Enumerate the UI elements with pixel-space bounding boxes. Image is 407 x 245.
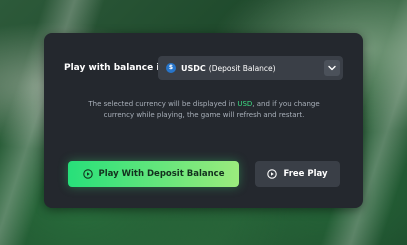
currency-note-highlight: USD <box>237 100 253 108</box>
free-play-label: Free Play <box>283 169 328 179</box>
play-circle-icon <box>267 169 278 179</box>
balance-selection-modal: Play with balance in $ USDC (Deposit Bal… <box>44 33 363 208</box>
play-with-deposit-balance-label: Play With Deposit Balance <box>98 169 225 179</box>
chevron-down-icon[interactable] <box>324 60 340 76</box>
currency-note: The selected currency will be displayed … <box>74 99 334 121</box>
play-circle-icon <box>82 169 93 179</box>
usdc-coin-icon: $ <box>166 63 176 73</box>
currency-select[interactable]: $ USDC (Deposit Balance) <box>158 56 343 80</box>
balance-row: Play with balance in $ USDC (Deposit Bal… <box>64 56 344 80</box>
usdc-coin-glyph: $ <box>168 64 174 71</box>
free-play-button[interactable]: Free Play <box>255 161 340 187</box>
currency-note-prefix: The selected currency will be displayed … <box>88 100 238 108</box>
currency-description: (Deposit Balance) <box>208 63 276 73</box>
play-with-deposit-balance-button[interactable]: Play With Deposit Balance <box>68 161 239 187</box>
balance-label: Play with balance in <box>64 63 166 73</box>
currency-code: USDC <box>181 63 206 73</box>
